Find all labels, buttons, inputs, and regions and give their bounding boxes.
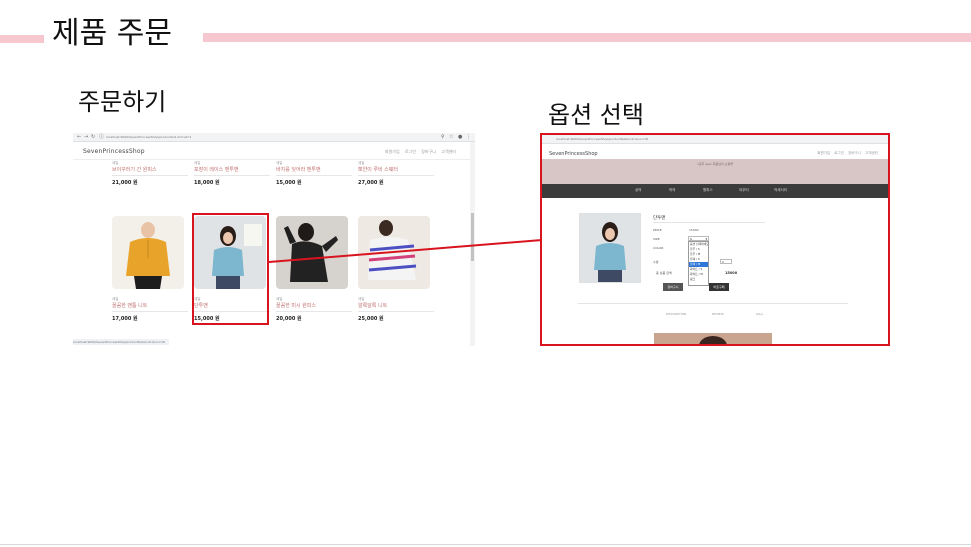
bottom-rule [0,544,971,545]
option-screen-highlight [540,133,890,346]
